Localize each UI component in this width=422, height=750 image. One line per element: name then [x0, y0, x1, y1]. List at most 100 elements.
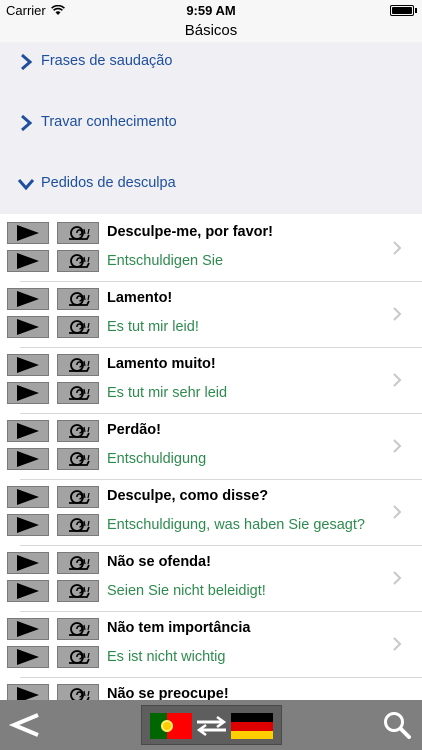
snail-icon [69, 650, 90, 664]
phrase-german: Es tut mir sehr leid [107, 385, 228, 401]
category-list: Frases de saudação Travar conhecimento P… [0, 42, 422, 214]
status-time: 9:59 AM [186, 3, 236, 18]
snail-icon [69, 386, 90, 400]
phrase-row[interactable]: Não se preocupe! [0, 678, 422, 700]
play-button[interactable] [7, 420, 49, 442]
phrase-row[interactable]: Perdão! Entschuldigung [0, 414, 422, 480]
play-button[interactable] [7, 448, 49, 470]
chevron-right-icon [393, 373, 402, 387]
play-button[interactable] [7, 250, 49, 272]
play-button[interactable] [7, 580, 49, 602]
slow-play-button[interactable] [57, 580, 99, 602]
phrase-portuguese: Desculpe, como disse? [107, 488, 269, 504]
slow-play-button[interactable] [57, 618, 99, 640]
play-icon [17, 253, 39, 269]
snail-icon [69, 556, 90, 570]
germany-flag-icon [231, 713, 273, 739]
snail-icon [69, 226, 90, 240]
play-button[interactable] [7, 684, 49, 700]
play-icon [17, 687, 39, 700]
category-label: Frases de saudação [41, 53, 173, 69]
slow-play-button[interactable] [57, 514, 99, 536]
play-icon [17, 621, 39, 637]
play-button[interactable] [7, 354, 49, 376]
play-icon [17, 357, 39, 373]
slow-play-button[interactable] [57, 684, 99, 700]
slow-play-button[interactable] [57, 646, 99, 668]
slow-play-button[interactable] [57, 486, 99, 508]
snail-icon [70, 688, 90, 700]
play-button[interactable] [7, 382, 49, 404]
play-icon [17, 225, 39, 241]
category-item-greetings[interactable]: Frases de saudação [0, 42, 422, 82]
phrase-portuguese: Lamento muito! [107, 356, 216, 372]
phrase-portuguese: Não se preocupe! [107, 686, 229, 700]
snail-icon [69, 622, 90, 636]
play-icon [17, 649, 39, 665]
slow-play-button[interactable] [57, 250, 99, 272]
play-icon [17, 385, 39, 401]
chevron-left-icon[interactable] [8, 711, 42, 739]
category-item-apologies[interactable]: Pedidos de desculpa [0, 164, 422, 204]
chevron-right-icon [393, 505, 402, 519]
phrase-portuguese: Perdão! [107, 422, 161, 438]
phrase-row[interactable]: Lamento muito! Es tut mir sehr leid [0, 348, 422, 414]
snail-icon [69, 452, 90, 466]
chevron-right-icon [21, 114, 33, 132]
slow-play-button[interactable] [57, 354, 99, 376]
phrase-row[interactable]: Não tem importância Es ist nicht wichtig [0, 612, 422, 678]
chevron-right-icon [393, 571, 402, 585]
snail-icon [69, 518, 90, 532]
slow-play-button[interactable] [57, 552, 99, 574]
phrase-row[interactable]: Lamento! Es tut mir leid! [0, 282, 422, 348]
category-label: Travar conhecimento [41, 114, 177, 130]
play-icon [17, 555, 39, 571]
chevron-right-icon [393, 439, 402, 453]
phrase-portuguese: Lamento! [107, 290, 173, 306]
phrase-portuguese: Não se ofenda! [107, 554, 211, 570]
portugal-flag-icon [150, 713, 192, 739]
swap-arrows-icon [196, 715, 227, 737]
play-button[interactable] [7, 288, 49, 310]
play-button[interactable] [7, 514, 49, 536]
slow-play-button[interactable] [57, 382, 99, 404]
status-bar: Carrier 9:59 AM [0, 0, 422, 22]
category-label: Pedidos de desculpa [41, 175, 176, 191]
chevron-down-icon [17, 179, 35, 191]
snail-icon [69, 320, 90, 334]
phrase-german: Es ist nicht wichtig [107, 649, 226, 665]
phrase-portuguese: Desculpe-me, por favor! [107, 224, 273, 240]
phrase-german: Es tut mir leid! [107, 319, 199, 335]
language-swap-button[interactable] [141, 705, 282, 745]
battery-icon [390, 5, 414, 16]
snail-icon [69, 358, 90, 372]
snail-icon [69, 424, 90, 438]
chevron-right-icon [393, 637, 402, 651]
play-icon [17, 489, 39, 505]
bottom-toolbar [0, 700, 422, 750]
play-button[interactable] [7, 316, 49, 338]
phrase-row[interactable]: Desculpe, como disse? Entschuldigung, wa… [0, 480, 422, 546]
slow-play-button[interactable] [57, 316, 99, 338]
phrase-german: Entschuldigung [107, 451, 207, 467]
play-button[interactable] [7, 222, 49, 244]
snail-icon [69, 254, 90, 268]
slow-play-button[interactable] [57, 222, 99, 244]
phrase-german: Seien Sie nicht beleidigt! [107, 583, 266, 599]
search-icon[interactable] [382, 710, 412, 740]
phrase-list: Desculpe-me, por favor! Entschuldigen Si… [0, 216, 422, 700]
category-item-acquaintance[interactable]: Travar conhecimento [0, 103, 422, 143]
phrase-row[interactable]: Desculpe-me, por favor! Entschuldigen Si… [0, 216, 422, 282]
slow-play-button[interactable] [57, 448, 99, 470]
play-button[interactable] [7, 486, 49, 508]
phrase-portuguese: Não tem importância [107, 620, 251, 636]
play-button[interactable] [7, 618, 49, 640]
play-button[interactable] [7, 552, 49, 574]
play-icon [17, 291, 39, 307]
play-button[interactable] [7, 646, 49, 668]
phrase-row[interactable]: Não se ofenda! Seien Sie nicht beleidigt… [0, 546, 422, 612]
play-icon [17, 423, 39, 439]
slow-play-button[interactable] [57, 420, 99, 442]
slow-play-button[interactable] [57, 288, 99, 310]
phrase-german: Entschuldigung, was haben Sie gesagt? [107, 517, 365, 533]
